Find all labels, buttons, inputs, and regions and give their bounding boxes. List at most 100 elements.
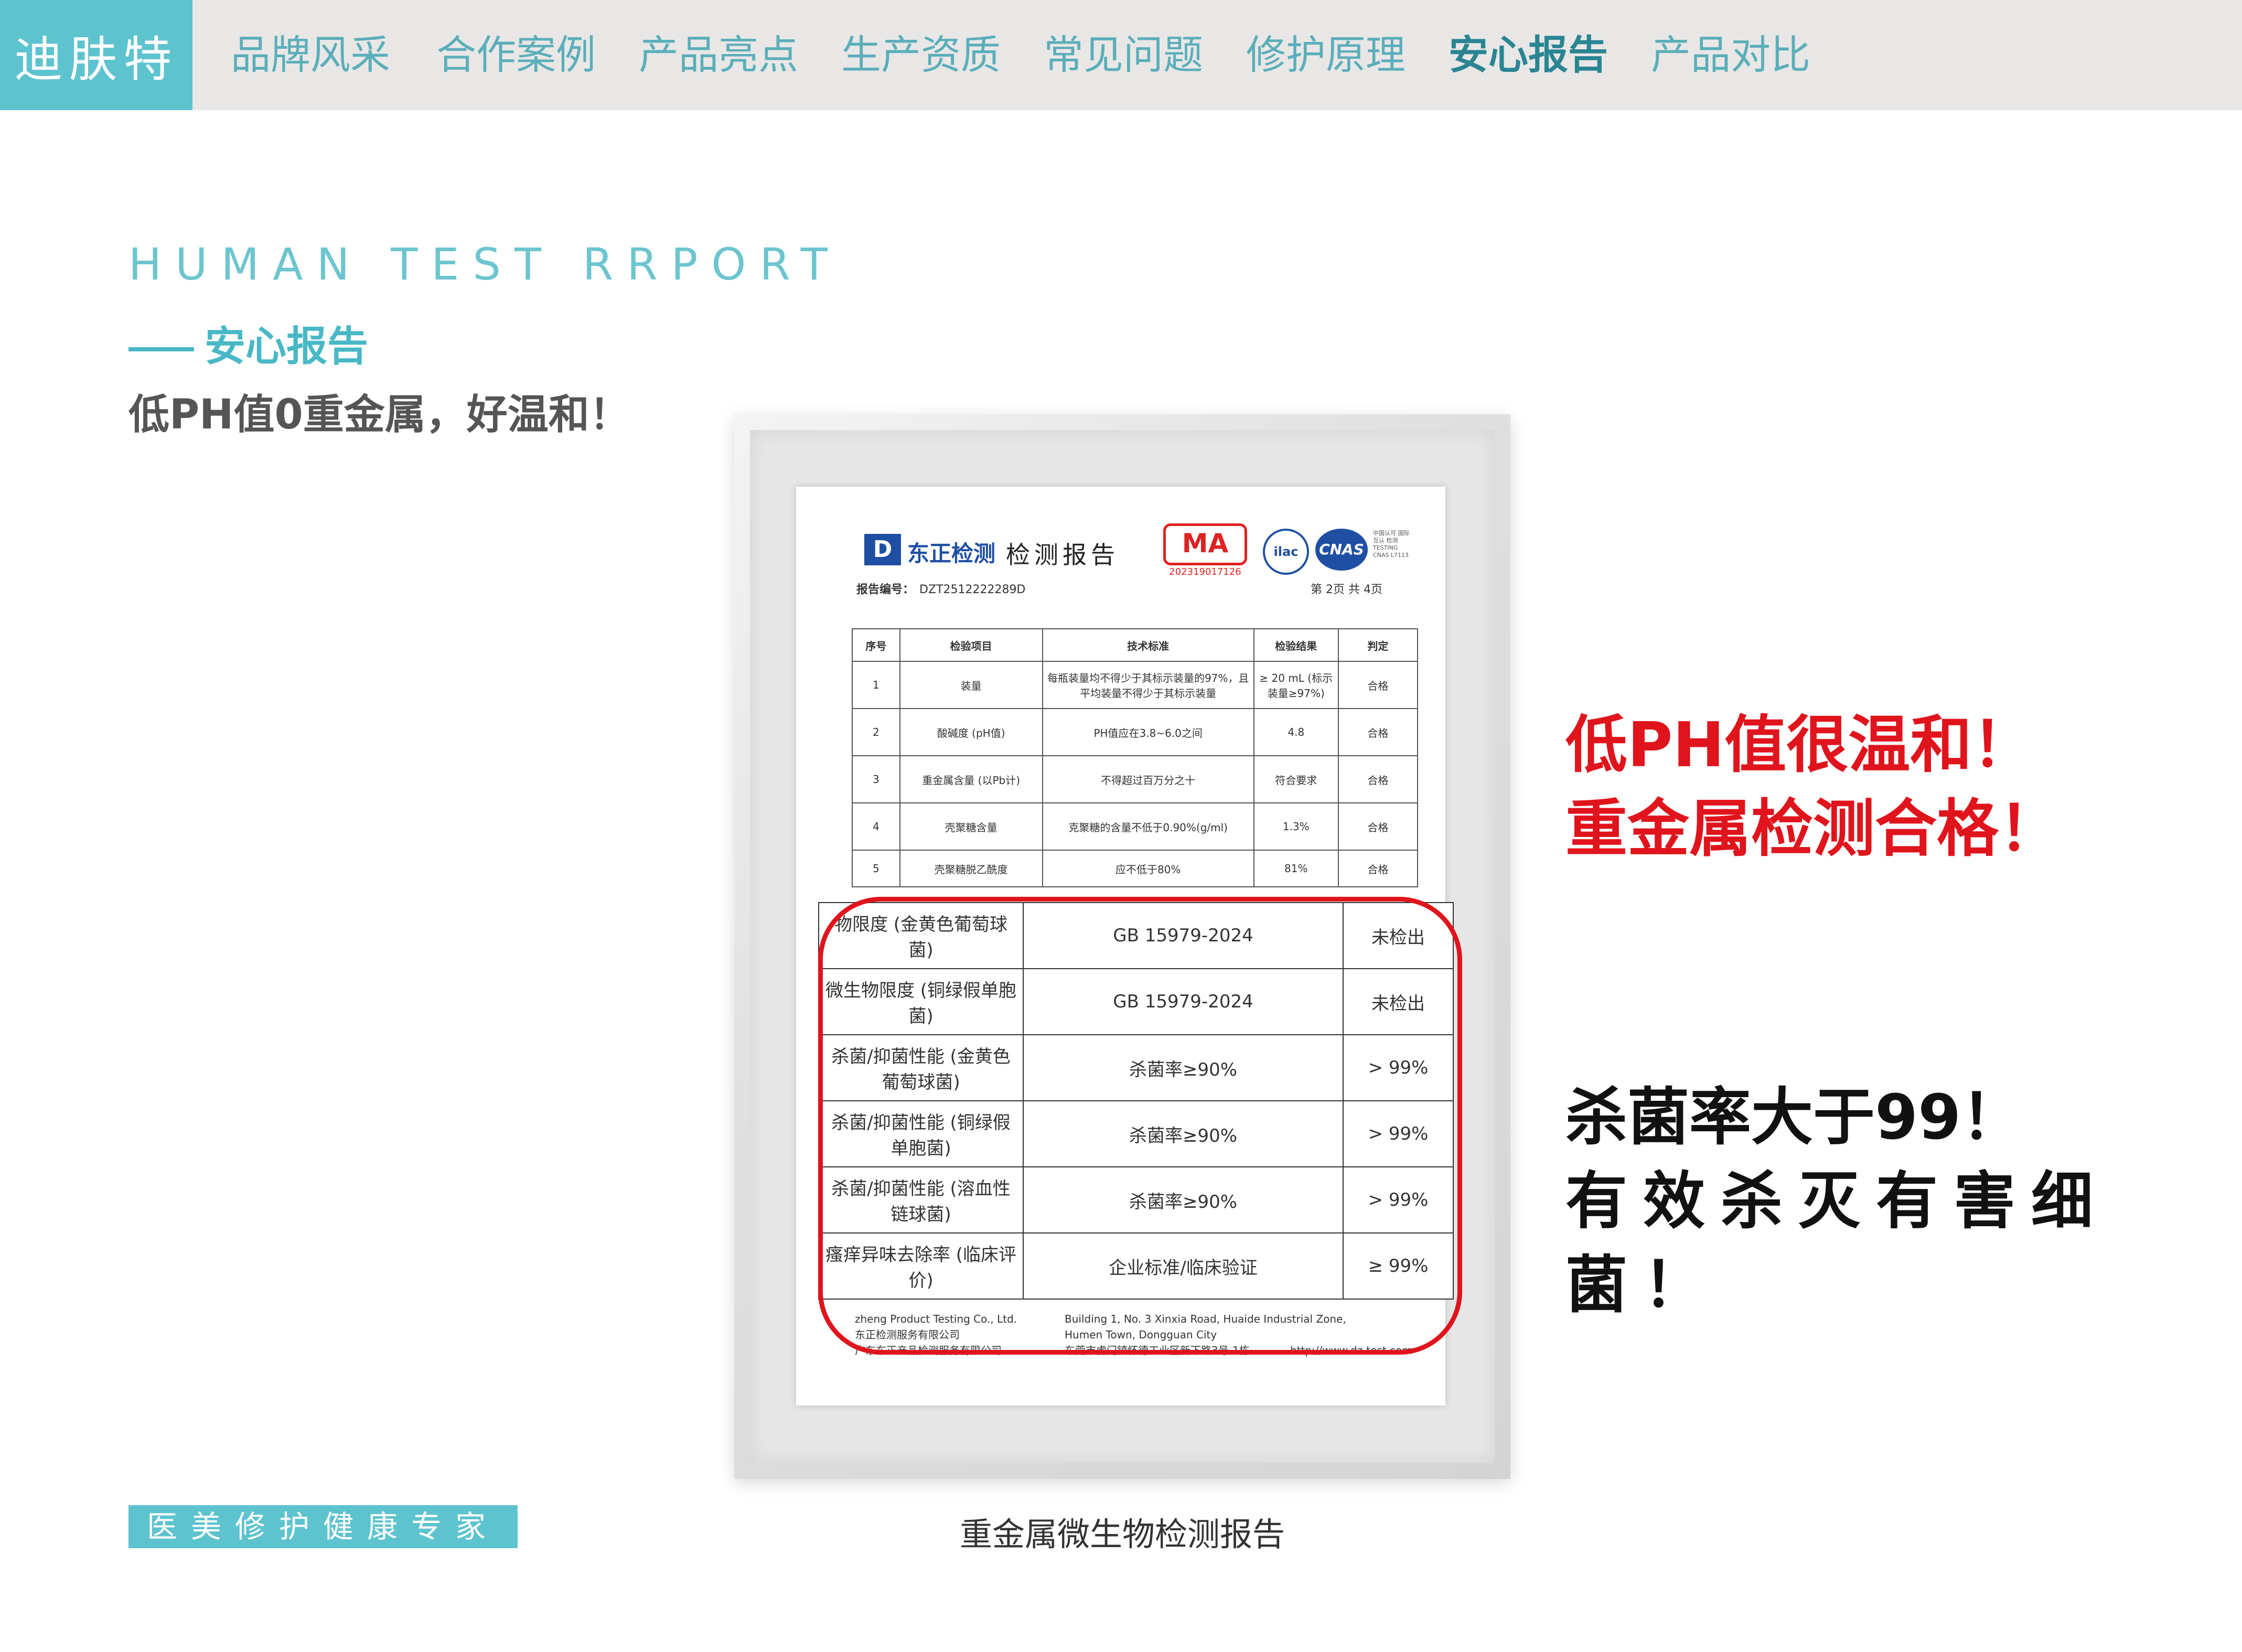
table-cell: 杀菌/抑菌性能 (铜绿假单胞菌) [818,1100,1024,1167]
table-row: 4 壳聚糖含量 克聚糖的含量不低于0.90%(g/ml) 1.3% 合格 [852,802,1419,851]
report-header: D 东正检测 检测报告 MA 202319017126 ilac CNAS 中国… [864,518,1410,581]
table-cell: 壳聚糖含量 [899,802,1043,851]
report-table-header: 序号 检验项目 技术标准 检验结果 判定 [852,628,1419,662]
nav-item-safety-report[interactable]: 安心报告 [1449,0,1608,110]
table-cell: PH值应在3.8~6.0之间 [1042,708,1254,756]
footer-en-name: zheng Product Testing Co., Ltd. [855,1313,1017,1325]
table-row: 瘙痒异味去除率 (临床评价) 企业标准/临床验证 ≥ 99% [818,1232,1454,1300]
table-cell: 应不低于80% [1042,850,1254,887]
nav-item-faq[interactable]: 常见问题 [1044,0,1203,110]
table-row: 1 装量 每瓶装量均不得少于其标示装量的97%，且平均装量不得少于其标示装量 ≥… [852,661,1419,709]
section-title-text: 安心报告 [205,323,369,370]
footer-website[interactable]: http://www.dz-test.com [1290,1343,1412,1358]
table-cell: 克聚糖的含量不低于0.90%(g/ml) [1042,802,1254,851]
table-cell: 未检出 [1343,968,1454,1035]
col-header-no: 序号 [852,628,900,662]
table-cell: 杀菌率≥90% [1023,1100,1344,1167]
cnas-note: 中国认可 国际互认 检测 TESTING CNAS L7113 [1373,530,1410,559]
col-header-item: 检验项目 [899,628,1043,662]
col-header-verdict: 判定 [1337,628,1419,662]
table-cell: 4 [852,802,900,851]
footer-company: zheng Product Testing Co., Ltd. 东正检测服务有限… [855,1311,1017,1358]
table-cell: > 99% [1343,1100,1454,1167]
report-page-number: 第 2页 共 4页 [1311,583,1382,596]
section-title: 安心报告 [128,314,368,372]
table-cell: 物限度 (金黄色葡萄球菌) [818,902,1024,969]
title-dash [128,347,194,351]
report-number-line: 报告编号： DZT2512222289D [856,580,1025,597]
ph-callout-line1: 低PH值很温和！ [1565,709,2034,781]
table-cell: GB 15979-2024 [1023,902,1344,969]
antibacterial-callout: 杀菌率大于99！ 有效杀灭有害细菌！ [1565,1075,2132,1327]
table-row: 2 酸碱度 (pH值) PH值应在3.8~6.0之间 4.8 合格 [852,708,1419,756]
table-cell: 酸碱度 (pH值) [899,708,1043,756]
table-cell: 杀菌/抑菌性能 (溶血性链球菌) [818,1166,1024,1233]
table-cell: ≥ 99% [1343,1232,1454,1300]
ilac-logo-icon: ilac [1263,529,1309,575]
brand-logo[interactable]: 迪肤特 [0,0,192,110]
tagline-badge: 医美修护健康专家 [128,1505,518,1548]
table-cell: 合格 [1337,755,1419,803]
nav-item-repair-principle[interactable]: 修护原理 [1246,0,1406,110]
report-number: DZT2512222289D [919,583,1026,596]
table-cell: 瘙痒异味去除率 (临床评价) [818,1232,1024,1300]
table-cell: > 99% [1343,1166,1454,1233]
col-header-result: 检验结果 [1253,628,1339,662]
table-cell: 重金属含量 (以Pb计) [899,755,1043,803]
nav-item-qualification[interactable]: 生产资质 [841,0,1001,110]
table-row: 杀菌/抑菌性能 (铜绿假单胞菌) 杀菌率≥90% > 99% [818,1100,1454,1167]
report-caption: 重金属微生物检测报告 [959,1515,1285,1553]
cma-number: 202319017126 [1169,566,1241,577]
table-cell: 符合要求 [1253,755,1339,803]
report-company: 东正检测 [907,541,996,566]
section-subtitle: 低PH值0重金属，好温和！ [128,391,630,438]
report-table: 序号 检验项目 技术标准 检验结果 判定 1 装量 每瓶装量均不得少于其标示装量… [852,628,1419,887]
table-cell: 杀菌率≥90% [1023,1166,1344,1233]
table-row: 微生物限度 (铜绿假单胞菌) GB 15979-2024 未检出 [818,968,1454,1035]
nav-item-comparison[interactable]: 产品对比 [1651,0,1810,110]
nav-item-cases[interactable]: 合作案例 [436,0,596,110]
col-header-standard: 技术标准 [1042,628,1254,662]
report-title: 检测报告 [1006,541,1119,569]
table-cell: 微生物限度 (铜绿假单胞菌) [818,968,1024,1035]
table-cell: 合格 [1337,708,1419,756]
table-row: 5 壳聚糖脱乙酰度 应不低于80% 81% 合格 [852,850,1419,887]
table-cell: 装量 [899,661,1043,709]
ph-callout: 低PH值很温和！ 重金属检测合格！ [1565,703,2061,871]
cma-stamp-icon: MA [1163,523,1247,565]
table-cell: > 99% [1343,1034,1454,1101]
antibacterial-callout-line1: 杀菌率大于99！ [1565,1081,2023,1153]
table-row: 3 重金属含量 (以Pb计) 不得超过百万分之十 符合要求 合格 [852,755,1419,803]
table-row: 物限度 (金黄色葡萄球菌) GB 15979-2024 未检出 [818,902,1454,969]
nav-item-highlights[interactable]: 产品亮点 [639,0,798,110]
table-cell: 5 [852,850,900,887]
table-cell: GB 15979-2024 [1023,968,1344,1035]
table-row: 杀菌/抑菌性能 (溶血性链球菌) 杀菌率≥90% > 99% [818,1166,1454,1233]
footer-address-en-2: Humen Town, Dongguan City [1065,1328,1217,1341]
footer-address-en-1: Building 1, No. 3 Xinxia Road, Huaide In… [1065,1313,1346,1325]
table-cell: 杀菌率≥90% [1023,1034,1344,1101]
footer-cn-name: 广东东正产品检测服务有限公司 [855,1344,1002,1357]
table-cell: 未检出 [1343,902,1454,969]
table-cell: 1.3% [1253,802,1339,851]
dz-logo-icon: D [864,534,901,565]
table-cell: 1 [852,661,900,709]
table-cell: 每瓶装量均不得少于其标示装量的97%，且平均装量不得少于其标示装量 [1042,661,1254,709]
table-cell: 81% [1253,850,1339,887]
table-cell: 合格 [1337,850,1419,887]
table-cell: 2 [852,708,900,756]
nav-item-brand-style[interactable]: 品牌风采 [231,0,390,110]
footer-en-sub: 东正检测服务有限公司 [855,1328,960,1341]
table-cell: 4.8 [1253,708,1339,756]
table-cell: 不得超过百万分之十 [1042,755,1254,803]
table-cell: 壳聚糖脱乙酰度 [899,850,1043,887]
zoomed-results-table: 物限度 (金黄色葡萄球菌) GB 15979-2024 未检出 微生物限度 (铜… [818,902,1454,1300]
table-cell: 企业标准/临床验证 [1023,1232,1344,1300]
ph-callout-line2: 重金属检测合格！ [1565,792,2061,865]
table-cell: 合格 [1337,802,1419,851]
report-number-label: 报告编号： [856,583,915,596]
table-cell: 杀菌/抑菌性能 (金黄色葡萄球菌) [818,1034,1024,1101]
table-row: 杀菌/抑菌性能 (金黄色葡萄球菌) 杀菌率≥90% > 99% [818,1034,1454,1101]
cnas-logo-icon: CNAS [1315,529,1368,571]
top-nav-bar: 迪肤特 品牌风采 合作案例 产品亮点 生产资质 常见问题 修护原理 安心报告 产… [0,0,2242,110]
